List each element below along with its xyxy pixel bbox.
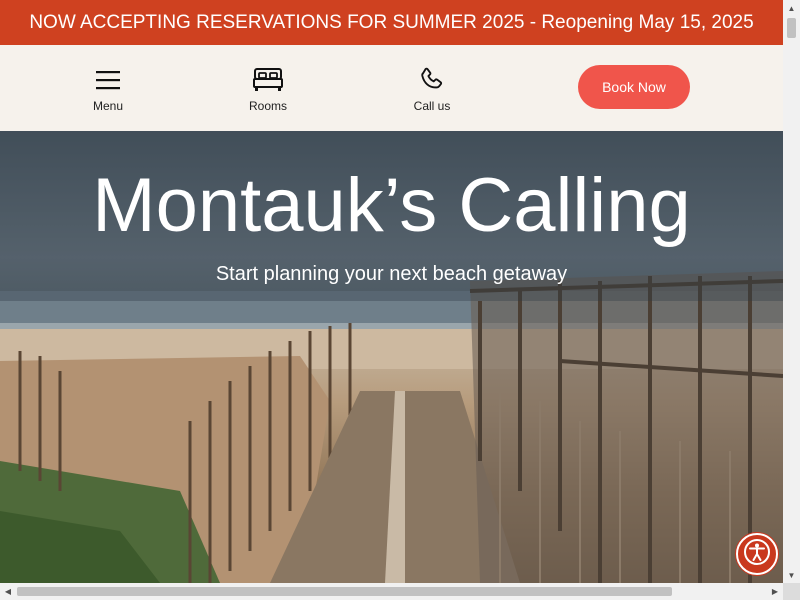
hero-subtitle: Start planning your next beach getaway — [215, 263, 568, 285]
horizontal-scrollbar[interactable]: ◀ ▶ — [0, 583, 783, 600]
menu-label: Menu — [92, 99, 124, 113]
horizontal-scroll-thumb[interactable] — [17, 587, 672, 596]
book-now-button[interactable]: Book Now — [578, 65, 690, 109]
accessibility-icon — [743, 538, 771, 571]
vertical-scroll-thumb[interactable] — [787, 18, 796, 38]
phone-icon — [417, 65, 447, 95]
scroll-down-arrow-icon[interactable]: ▼ — [783, 567, 800, 583]
accessibility-button[interactable] — [736, 533, 778, 575]
scroll-right-arrow-icon[interactable]: ▶ — [767, 583, 783, 600]
scroll-up-arrow-icon[interactable]: ▲ — [783, 0, 800, 16]
bed-icon — [253, 65, 283, 95]
page-viewport: NOW ACCEPTING RESERVATIONS FOR SUMMER 20… — [0, 0, 783, 583]
rooms-button[interactable]: Rooms — [228, 65, 308, 115]
scrollbar-corner — [783, 583, 800, 600]
rooms-label: Rooms — [248, 99, 287, 113]
menu-button[interactable]: Menu — [68, 65, 148, 115]
vertical-scrollbar[interactable]: ▲ ▼ — [783, 0, 800, 583]
hero-title: Montauk’s Calling — [92, 163, 691, 248]
hero-section: Montauk’s Calling Start planning your ne… — [0, 131, 783, 583]
announcement-bar: NOW ACCEPTING RESERVATIONS FOR SUMMER 20… — [0, 0, 783, 45]
hamburger-icon — [93, 65, 123, 95]
scroll-left-arrow-icon[interactable]: ◀ — [0, 583, 16, 600]
call-us-label: Call us — [413, 99, 451, 113]
call-us-button[interactable]: Call us — [392, 65, 472, 115]
announcement-text: NOW ACCEPTING RESERVATIONS FOR SUMMER 20… — [29, 11, 754, 33]
site-header: Menu Rooms Call us Book Now — [0, 45, 783, 131]
